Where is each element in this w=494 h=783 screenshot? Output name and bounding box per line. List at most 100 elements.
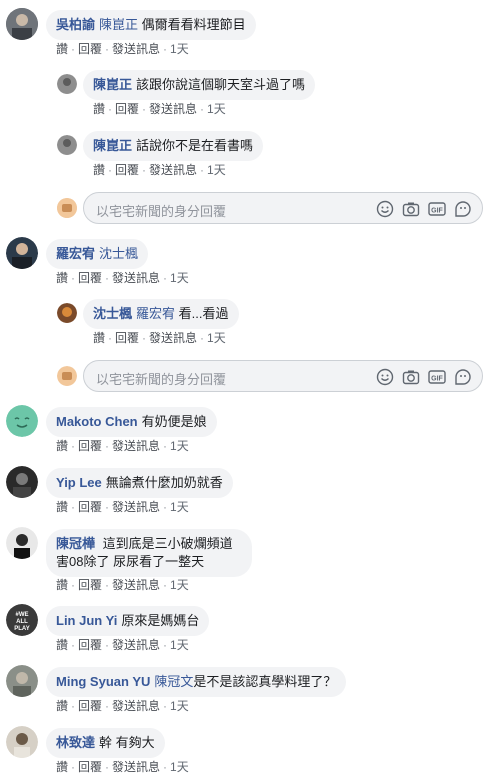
reply-link[interactable]: 回覆 [115,102,139,116]
avatar[interactable] [57,74,77,94]
separator: · [71,760,76,774]
comment-actions: 讚 · 回覆 · 發送訊息 · 1天 [56,577,189,593]
reply-link[interactable]: 回覆 [115,163,139,177]
gif-icon[interactable]: GIF [428,368,446,386]
comment-bubble: 林致達幹 有夠大 [46,728,165,758]
avatar[interactable] [6,665,38,697]
like-link[interactable]: 讚 [93,102,105,116]
comment-author[interactable]: Ming Syuan YU [56,674,150,689]
like-link[interactable]: 讚 [93,331,105,345]
avatar[interactable] [6,237,38,269]
message-link[interactable]: 發送訊息 [112,439,160,453]
avatar[interactable] [6,8,38,40]
svg-text:#WE: #WE [15,612,28,618]
like-link[interactable]: 讚 [56,271,68,285]
timestamp[interactable]: 1天 [170,638,189,652]
timestamp[interactable]: 1天 [207,331,226,345]
comment-author[interactable]: Yip Lee [56,475,102,490]
message-link[interactable]: 發送訊息 [112,271,160,285]
gif-icon[interactable]: GIF [428,200,446,218]
avatar[interactable] [6,527,38,559]
timestamp[interactable]: 1天 [170,760,189,774]
avatar[interactable] [57,303,77,323]
comment-author[interactable]: 羅宏宥 [56,246,95,261]
message-link[interactable]: 發送訊息 [112,42,160,56]
reply-link[interactable]: 回覆 [78,760,102,774]
message-link[interactable]: 發送訊息 [112,699,160,713]
comment-bubble: Ming Syuan YU 陳冠文是不是該認真學料理了？ [46,667,347,697]
reply-link[interactable]: 回覆 [78,439,102,453]
timestamp[interactable]: 1天 [170,578,189,592]
comment-mention[interactable]: 陳冠文 [154,674,193,689]
timestamp[interactable]: 1天 [170,42,189,56]
sticker-icon[interactable] [454,200,472,218]
comment-actions: 讚 · 回覆 · 發送訊息 · 1天 [56,438,189,454]
like-link[interactable]: 讚 [56,638,68,652]
comment-author[interactable]: Lin Jun Yi [56,613,117,628]
reply-link[interactable]: 回覆 [78,578,102,592]
reply-link[interactable]: 回覆 [78,271,102,285]
comment-author[interactable]: 沈士楓 [93,306,132,321]
timestamp[interactable]: 1天 [170,439,189,453]
comment-text: 原來是媽媽台 [121,613,200,628]
avatar[interactable] [6,726,38,758]
separator: · [71,578,76,592]
emoji-icon[interactable] [376,368,394,386]
svg-text:GIF: GIF [431,208,443,215]
comment-mention[interactable]: 羅宏宥 [136,306,175,321]
emoji-icon[interactable] [376,200,394,218]
reply-link[interactable]: 回覆 [78,42,102,56]
reply-link[interactable]: 回覆 [78,500,102,514]
message-link[interactable]: 發送訊息 [112,578,160,592]
reply-link[interactable]: 回覆 [78,638,102,652]
comment-mention[interactable]: 陳崑正 [99,17,138,32]
like-link[interactable]: 讚 [56,500,68,514]
like-link[interactable]: 讚 [93,163,105,177]
comment-bubble: 沈士楓 羅宏宥 看...看過 [83,299,239,329]
separator: · [71,500,76,514]
separator: · [163,578,168,592]
reply-link[interactable]: 回覆 [115,331,139,345]
timestamp[interactable]: 1天 [207,102,226,116]
avatar[interactable]: #WE ALL PLAY [6,604,38,636]
timestamp[interactable]: 1天 [170,699,189,713]
avatar[interactable] [6,405,38,437]
comment-author[interactable]: 吳柏諭 [56,17,95,32]
svg-text:ALL: ALL [16,619,28,625]
reply-input[interactable]: 以宅宅新聞的身分回覆 GIF [83,360,483,392]
like-link[interactable]: 讚 [56,439,68,453]
camera-icon[interactable] [402,368,420,386]
comment-author[interactable]: 陳冠樺 [56,536,95,551]
timestamp[interactable]: 1天 [207,163,226,177]
separator: · [105,760,110,774]
comment-mention[interactable]: 沈士楓 [99,246,138,261]
camera-icon[interactable] [402,200,420,218]
separator: · [163,439,168,453]
reply-input[interactable]: 以宅宅新聞的身分回覆 GIF [83,192,483,224]
like-link[interactable]: 讚 [56,760,68,774]
comment-author[interactable]: 林致達 [56,735,95,750]
comment-bubble: 陳冠樺 這到底是三小破爛頻道 害08除了 尿尿看了一整天 [46,529,252,577]
comment-author[interactable]: 陳崑正 [93,77,132,92]
separator: · [163,699,168,713]
like-link[interactable]: 讚 [56,699,68,713]
timestamp[interactable]: 1天 [170,271,189,285]
reply-link[interactable]: 回覆 [78,699,102,713]
avatar[interactable] [57,135,77,155]
sticker-icon[interactable] [454,368,472,386]
like-link[interactable]: 讚 [56,42,68,56]
message-link[interactable]: 發送訊息 [149,331,197,345]
separator: · [142,331,147,345]
avatar[interactable] [6,466,38,498]
separator: · [163,638,168,652]
comment-author[interactable]: 陳崑正 [93,138,132,153]
timestamp[interactable]: 1天 [170,500,189,514]
message-link[interactable]: 發送訊息 [112,638,160,652]
message-link[interactable]: 發送訊息 [112,500,160,514]
message-link[interactable]: 發送訊息 [149,102,197,116]
like-link[interactable]: 讚 [56,578,68,592]
message-link[interactable]: 發送訊息 [112,760,160,774]
message-link[interactable]: 發送訊息 [149,163,197,177]
separator: · [105,500,110,514]
comment-author[interactable]: Makoto Chen [56,414,138,429]
